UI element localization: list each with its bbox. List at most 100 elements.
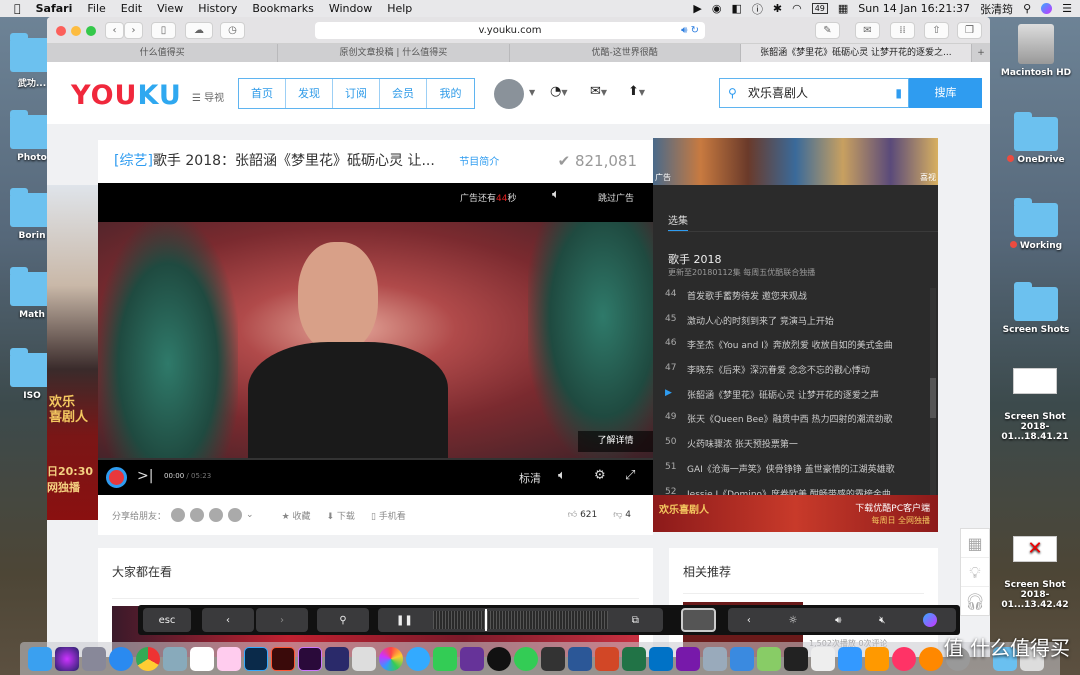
share-icon[interactable]: ⇧ <box>924 22 949 39</box>
episode-scrollbar[interactable] <box>930 288 936 495</box>
qq-share-icon[interactable] <box>228 508 243 522</box>
messages-icon[interactable]: ✉▼ <box>590 84 607 99</box>
tabs-overview-icon[interactable]: ❐ <box>957 22 982 39</box>
history-icon[interactable]: ◷ <box>220 22 245 39</box>
messages-icon[interactable] <box>406 646 430 671</box>
safari-icon[interactable] <box>109 646 133 671</box>
calendar-icon[interactable] <box>190 646 214 671</box>
user-name[interactable]: 张清筠 <box>980 1 1013 17</box>
animate-icon[interactable] <box>271 646 295 671</box>
nav-subscribe[interactable]: 订阅 <box>333 79 380 108</box>
siri-icon[interactable] <box>923 613 938 627</box>
textedit-icon[interactable] <box>352 646 376 671</box>
desktop-onedrive[interactable]: OneDrive <box>1000 112 1072 165</box>
onenote-icon[interactable] <box>676 646 700 671</box>
powerpoint-icon[interactable] <box>595 646 619 671</box>
video-frame[interactable]: 了解详情 <box>98 222 653 458</box>
tab-youku-home[interactable]: 优酷-这世界很酷 <box>510 44 741 62</box>
clock[interactable]: Sun 14 Jan 16:21:37 <box>858 2 970 15</box>
next-episode-icon[interactable]: >| <box>137 468 153 484</box>
download-button[interactable]: ⬇ 下载 <box>327 509 355 522</box>
search-input[interactable]: ⚲ 欢乐喜剧人 ▮ <box>719 78 909 108</box>
android-studio-icon[interactable] <box>757 646 781 671</box>
volume-up-icon[interactable]: 🔊︎ <box>835 615 841 626</box>
search-button[interactable]: 搜库 <box>909 78 982 108</box>
touchbar-media-scrubber[interactable]: ❚❚ ⧉ <box>378 608 663 632</box>
history-clock-icon[interactable]: ◔▼ <box>550 84 568 99</box>
menu-file[interactable]: File <box>87 2 105 15</box>
video-player[interactable]: 广告还有44秒 🔈︎ 跳过广告 了解详情 >| 00:00 / 05:23 标清… <box>98 183 653 495</box>
pages-icon[interactable] <box>865 646 889 671</box>
episode-item[interactable]: 47 李晓东《后来》深沉眷爱 念念不忘的戳心悸动 <box>665 363 870 376</box>
bluetooth-icon[interactable]: ✱ <box>773 2 782 15</box>
chrome-icon[interactable] <box>136 646 160 671</box>
dislike-button[interactable]: 👎︎ 4 <box>613 510 631 520</box>
desktop-macintosh-hd[interactable]: Macintosh HD <box>1000 24 1072 78</box>
lightbulb-icon[interactable]: 💡︎ <box>961 558 989 587</box>
episode-item[interactable]: 44 首发歌手蓄势待发 邀您来观战 <box>665 289 807 302</box>
power-icon[interactable]: ⓘ <box>752 1 763 17</box>
icloud-tabs-icon[interactable]: ☁ <box>185 22 213 39</box>
battery-icon[interactable]: 49 <box>811 3 828 14</box>
desktop-screen-shots[interactable]: Screen Shots <box>1000 282 1072 335</box>
tab-smzdm-submit[interactable]: 原创文章投稿 | 什么值得买 <box>278 44 510 62</box>
youku-logo[interactable]: YOUKU <box>71 80 182 111</box>
clipboard-icon[interactable]: ◧ <box>731 2 741 15</box>
menu-help[interactable]: Help <box>387 2 412 15</box>
photoshop-icon[interactable] <box>244 646 268 671</box>
more-share-chevron-icon[interactable]: ⌄ <box>246 510 254 520</box>
show-intro-link[interactable]: 节目简介 <box>459 157 499 168</box>
creative-cloud-icon[interactable]: ◉ <box>712 2 722 15</box>
volume-icon[interactable]: 🔈︎ <box>558 468 566 483</box>
xcode-icon[interactable] <box>730 646 754 671</box>
image-capture-icon[interactable] <box>703 646 727 671</box>
collapse-chevron-icon[interactable]: ‹ <box>747 615 751 626</box>
siri-icon[interactable] <box>1041 3 1053 14</box>
touchbar-esc[interactable]: esc <box>143 608 191 632</box>
nav-home[interactable]: 首页 <box>239 79 286 108</box>
close-window-button[interactable] <box>56 26 66 36</box>
skip-ad-button[interactable]: 跳过广告 <box>598 191 634 204</box>
episode-item[interactable]: 49 张天《Queen Bee》融贯中西 热力四射的潮流劲歌 <box>665 412 893 425</box>
siri-dock-icon[interactable] <box>55 646 79 671</box>
like-button[interactable]: 👍︎ 621 <box>568 510 597 520</box>
menu-bookmarks[interactable]: Bookmarks <box>252 2 313 15</box>
weibo-share-icon[interactable] <box>209 508 224 522</box>
numbers-icon[interactable] <box>811 646 835 671</box>
play-button[interactable] <box>106 467 127 488</box>
audio-playing-icon[interactable]: 🔊︎ ↻ <box>681 22 699 39</box>
menu-window[interactable]: Window <box>329 2 372 15</box>
keynote-icon[interactable] <box>838 646 862 671</box>
ad-volume-icon[interactable]: 🔈︎ <box>552 187 560 202</box>
brightness-icon[interactable]: ☼ <box>789 615 798 626</box>
qr-code-icon[interactable]: ▦ <box>961 529 989 558</box>
qzone-share-icon[interactable] <box>190 508 205 522</box>
left-side-ad[interactable]: 欢乐 喜剧人 日20:30 网独播 <box>47 185 98 520</box>
nav-vip[interactable]: 会员 <box>380 79 427 108</box>
nav-mine[interactable]: 我的 <box>427 79 474 108</box>
avatar[interactable] <box>494 79 524 109</box>
episode-item[interactable]: 51 GAI《沧海一声笑》侠骨铮铮 盖世豪情的江湖英雄歌 <box>665 462 895 475</box>
premiere-icon[interactable] <box>298 646 322 671</box>
excel-icon[interactable] <box>622 646 646 671</box>
launchpad-icon[interactable] <box>82 646 106 671</box>
touchbar-forward-icon[interactable]: › <box>256 608 308 632</box>
menu-view[interactable]: View <box>157 2 183 15</box>
notification-center-icon[interactable]: ☰ <box>1062 2 1072 15</box>
itunes-icon[interactable] <box>892 646 916 671</box>
video-category[interactable]: [综艺] <box>114 153 153 169</box>
wechat-share-icon[interactable] <box>171 508 186 522</box>
spotlight-icon[interactable]: ⚲ <box>1023 2 1031 15</box>
tab-episodes[interactable]: 选集 <box>668 212 688 227</box>
notes-icon[interactable] <box>217 646 241 671</box>
back-button[interactable]: ‹ <box>105 22 124 39</box>
desktop-screenshot-file[interactable]: Screen Shot 2018-01...18.41.21 <box>990 368 1080 442</box>
sidebar-icon[interactable]: ▯ <box>151 22 176 39</box>
episode-item[interactable]: 46 李圣杰《You and I》奔放烈爱 收放自如的美式金曲 <box>665 338 893 351</box>
preview-icon[interactable] <box>163 646 187 671</box>
apple-menu-icon[interactable]:  <box>14 2 21 15</box>
menu-edit[interactable]: Edit <box>121 2 142 15</box>
photos-icon[interactable] <box>379 646 403 671</box>
pc-client-ad-banner[interactable]: 欢乐喜剧人 下载优酷PC客户端 每周日 全网独播 <box>653 495 938 532</box>
fullscreen-icon[interactable]: ⤢ <box>625 468 635 483</box>
